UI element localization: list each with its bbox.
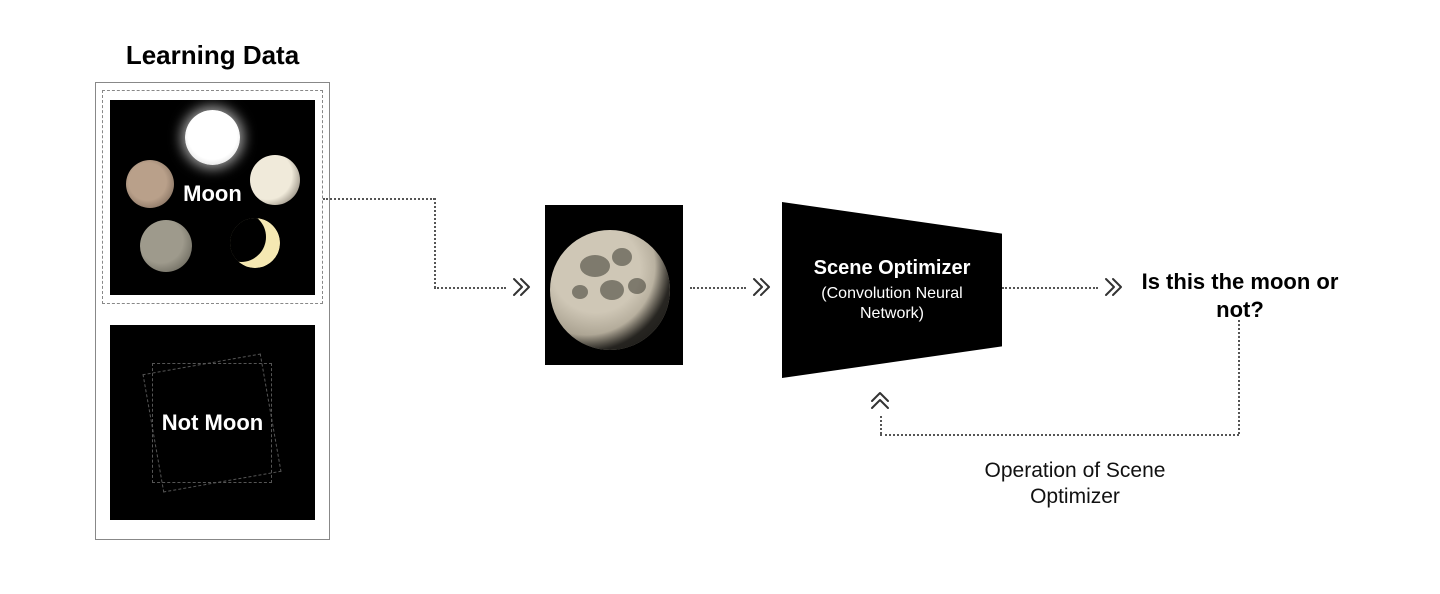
scene-optimizer-block: Scene Optimizer (Convolution Neural Netw…	[782, 202, 1002, 378]
connector-line	[880, 434, 1239, 436]
connector-line	[1002, 287, 1098, 289]
moon-tile: Moon	[110, 100, 315, 295]
moon-tile-label: Moon	[183, 181, 242, 207]
connector-line	[434, 287, 506, 289]
learning-data-title: Learning Data	[95, 40, 330, 71]
feedback-caption: Operation of Scene Optimizer	[960, 458, 1190, 511]
output-question: Is this the moon or not?	[1125, 268, 1355, 323]
input-moon-image	[545, 205, 683, 365]
not-moon-tile: Not Moon	[110, 325, 315, 520]
moon-phase-half-icon	[140, 220, 192, 272]
not-moon-tile-label: Not Moon	[162, 410, 263, 436]
scene-optimizer-title: Scene Optimizer	[814, 257, 971, 280]
diagram-stage: Learning Data Moon Not Moon Scene O	[0, 0, 1440, 594]
arrow-up-icon	[869, 390, 891, 412]
connector-line	[434, 198, 436, 288]
moon-phase-gibbous-right-icon	[250, 155, 300, 205]
scene-optimizer-subtitle: (Convolution Neural Network)	[796, 284, 988, 322]
moon-disc-icon	[550, 230, 670, 350]
connector-line	[690, 287, 746, 289]
arrow-right-icon	[1102, 276, 1124, 298]
moon-phase-full-icon	[185, 110, 240, 165]
arrow-right-icon	[750, 276, 772, 298]
connector-line	[880, 416, 882, 434]
connector-line	[323, 198, 435, 200]
moon-phase-crescent-icon	[230, 218, 280, 268]
arrow-right-icon	[510, 276, 532, 298]
connector-line	[1238, 320, 1240, 434]
moon-phase-gibbous-left-icon	[126, 160, 174, 208]
